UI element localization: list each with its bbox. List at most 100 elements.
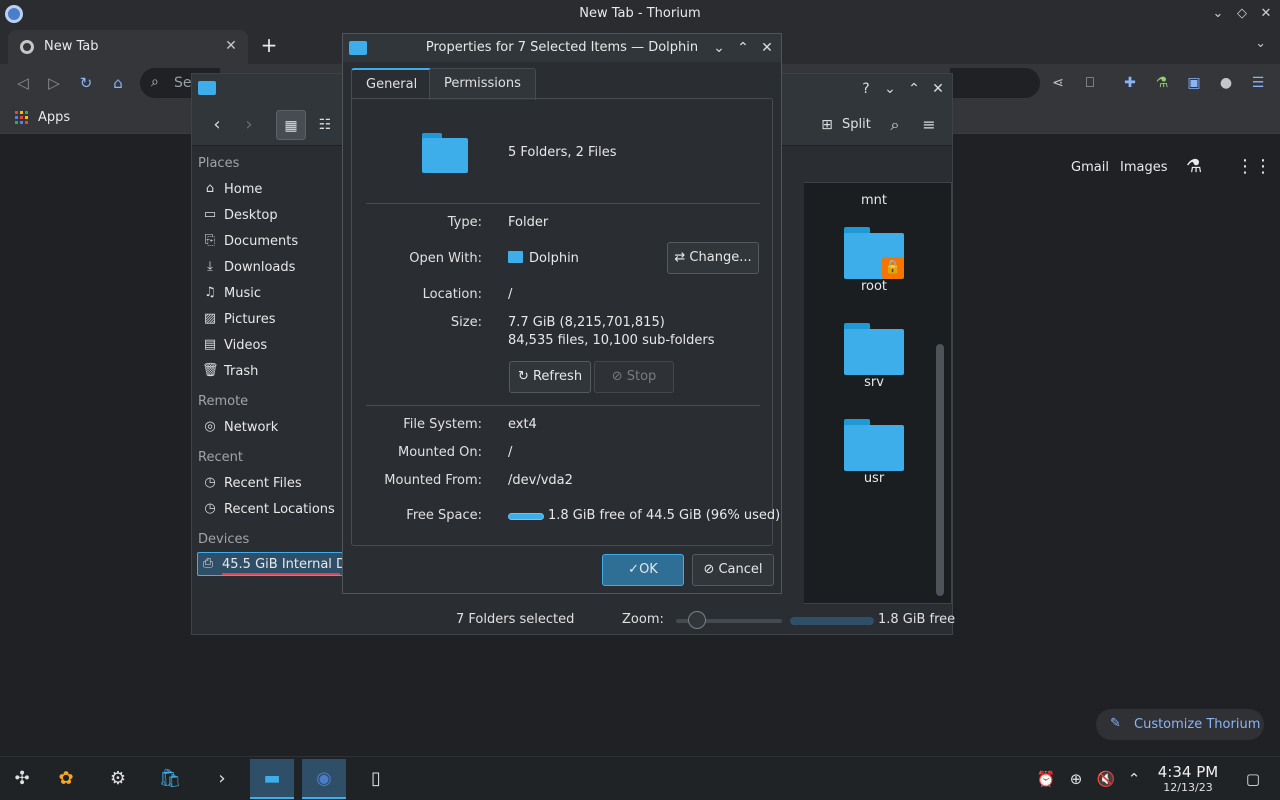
folder-usr[interactable]: usr [804, 419, 944, 486]
cancel-button[interactable]: ⊘ Cancel [692, 554, 774, 586]
home-icon[interactable]: ⌂ [107, 72, 129, 94]
help-icon[interactable]: ? [856, 79, 876, 99]
sidebar-item-downloads[interactable]: ⤓ Downloads [200, 256, 344, 280]
dolphin-task-icon[interactable]: ▬ [250, 759, 294, 799]
back-button[interactable]: ‹ [204, 110, 230, 140]
show-desktop-icon[interactable]: ▢ [1243, 769, 1263, 789]
pictures-icon: ▨ [203, 311, 217, 326]
sidebar-item-network[interactable]: ◎ Network [200, 416, 344, 440]
sidebar-item-videos[interactable]: ▤ Videos [200, 334, 344, 358]
home-icon: ⌂ [205, 181, 215, 196]
sidebar-item-trash[interactable]: 🗑 Trash [200, 360, 344, 384]
sidebar-item-documents[interactable]: ⎘ Documents [200, 230, 344, 254]
split-button[interactable]: Split [842, 117, 871, 132]
places-panel: Places ⌂ Home ▭ Desktop ⎘ Documents ⤓ Downlo… [192, 152, 351, 634]
dialog-close-icon[interactable]: ✕ [757, 38, 777, 58]
labs-icon[interactable]: ⚗ [1151, 72, 1173, 94]
share-icon[interactable]: ⋖ [1047, 72, 1069, 94]
tab-general[interactable]: General [351, 68, 433, 100]
apps-link[interactable]: Apps [38, 110, 70, 125]
drive-usage-bar [222, 573, 340, 575]
dialog-maximize-icon[interactable]: ⌃ [733, 38, 753, 58]
new-tab-button[interactable]: + [258, 34, 280, 56]
sidebar-item-pictures[interactable]: ▨ Pictures [200, 308, 344, 332]
folder-icon [422, 133, 468, 173]
dialog-minimize-icon[interactable]: ⌄ [709, 38, 729, 58]
stop-button[interactable]: ⊘ Stop [594, 361, 674, 393]
folder-icon: 🔒 [844, 227, 904, 279]
general-panel: 5 Folders, 2 Files Type: Folder Open Wit… [351, 98, 780, 546]
sidebar-item-recent-locations[interactable]: ◷ Recent Locations [200, 498, 344, 522]
dolphin-minimize-icon[interactable]: ⌄ [880, 79, 900, 99]
gmail-link[interactable]: Gmail [1071, 160, 1109, 175]
discover-sticker-icon[interactable]: ✿ [44, 759, 88, 799]
terminal-icon[interactable]: › [200, 759, 244, 799]
dolphin-close-icon[interactable]: ✕ [928, 79, 948, 99]
ok-button[interactable]: ✓OK [602, 554, 684, 586]
side-panel-icon[interactable]: ▣ [1183, 72, 1205, 94]
tab-new-tab[interactable]: New Tab ✕ [8, 30, 248, 64]
browser-titlebar: New Tab - Thorium ⌄ ◇ ✕ [0, 0, 1280, 28]
hamburger-menu-icon[interactable]: ≡ [916, 110, 942, 140]
sidebar-item-recent-files[interactable]: ◷ Recent Files [200, 472, 344, 496]
zoom-slider-handle[interactable] [688, 611, 706, 629]
clock[interactable]: 4:34 PM 12/13/23 [1148, 763, 1228, 794]
change-button[interactable]: ⇄ Change... [667, 242, 759, 274]
dolphin-icon [198, 81, 216, 95]
stop-button-label: Stop [626, 369, 657, 384]
tab-search-icon[interactable]: ⌄ [1255, 36, 1266, 51]
file-view[interactable]: mnt 🔒 root srv usr [804, 182, 952, 604]
extensions-icon[interactable]: ✚ [1119, 72, 1141, 94]
folder-srv[interactable]: srv [804, 323, 944, 390]
profile-icon[interactable]: ● [1215, 72, 1237, 94]
sidebar-item-home[interactable]: ⌂ Home [200, 178, 344, 202]
system-settings-icon[interactable]: ⚙ [96, 759, 140, 799]
minimize-icon[interactable]: ⌄ [1208, 4, 1228, 24]
selection-status: 7 Folders selected [456, 612, 575, 627]
tab-close-icon[interactable]: ✕ [222, 37, 240, 55]
reload-icon[interactable]: ↻ [75, 72, 97, 94]
dolphin-icon [508, 251, 523, 263]
type-label: Type: [447, 215, 482, 230]
tab-permissions[interactable]: Permissions [429, 68, 536, 100]
application-launcher-icon[interactable]: ✣ [0, 759, 44, 799]
open-with-label: Open With: [409, 251, 482, 266]
folder-root[interactable]: 🔒 root [804, 227, 944, 294]
labs-flask-icon[interactable]: ⚗ [1186, 156, 1202, 177]
address-bar-end[interactable] [950, 68, 1040, 98]
menu-icon[interactable]: ☰ [1247, 72, 1269, 94]
maximize-icon[interactable]: ◇ [1232, 4, 1252, 24]
icons-view-button[interactable]: ▦ [276, 110, 306, 140]
folder-label: srv [864, 375, 884, 390]
refresh-button-label: Refresh [532, 369, 583, 384]
customize-thorium-button[interactable]: ✎ Customize Thorium [1096, 709, 1264, 740]
sidebar-item-music[interactable]: ♫ Music [200, 282, 344, 306]
divider [366, 405, 760, 406]
thorium-task-icon[interactable]: ◉ [302, 759, 346, 799]
volume-muted-icon[interactable]: 🔇 [1096, 769, 1116, 789]
sidebar-item-desktop[interactable]: ▭ Desktop [200, 204, 344, 228]
refresh-button[interactable]: ↻ Refresh [509, 361, 591, 393]
images-link[interactable]: Images [1120, 160, 1168, 175]
dolphin-maximize-icon[interactable]: ⌃ [904, 79, 924, 99]
close-icon[interactable]: ✕ [1256, 4, 1276, 24]
sidebar-item-internal-drive[interactable]: ⎙ 45.5 GiB Internal Dr [197, 552, 351, 576]
notifications-icon[interactable]: ⏰ [1036, 769, 1056, 789]
folder-icon [844, 419, 904, 471]
compact-view-button[interactable]: ☷ [312, 110, 338, 140]
store-icon[interactable]: 🛍 [148, 759, 192, 799]
forward-icon[interactable]: ▷ [43, 72, 65, 94]
folder-mnt[interactable]: mnt [804, 193, 944, 208]
back-icon[interactable]: ◁ [12, 72, 34, 94]
tray-expand-icon[interactable]: ⌃ [1124, 769, 1144, 789]
google-apps-icon[interactable]: ⋮⋮⋮ [1236, 156, 1280, 177]
bookmark-icon[interactable]: ⎕ [1079, 72, 1101, 94]
search-icon[interactable]: ⌕ [882, 110, 908, 140]
mounted-on-label: Mounted On: [398, 445, 482, 460]
forward-button[interactable]: › [236, 110, 262, 140]
open-with-app: Dolphin [529, 251, 579, 266]
updates-icon[interactable]: ⊕ [1066, 769, 1086, 789]
archive-manager-icon[interactable]: ▯ [354, 759, 398, 799]
scrollbar-thumb[interactable] [936, 344, 944, 596]
split-icon[interactable]: ⊞ [816, 110, 838, 140]
